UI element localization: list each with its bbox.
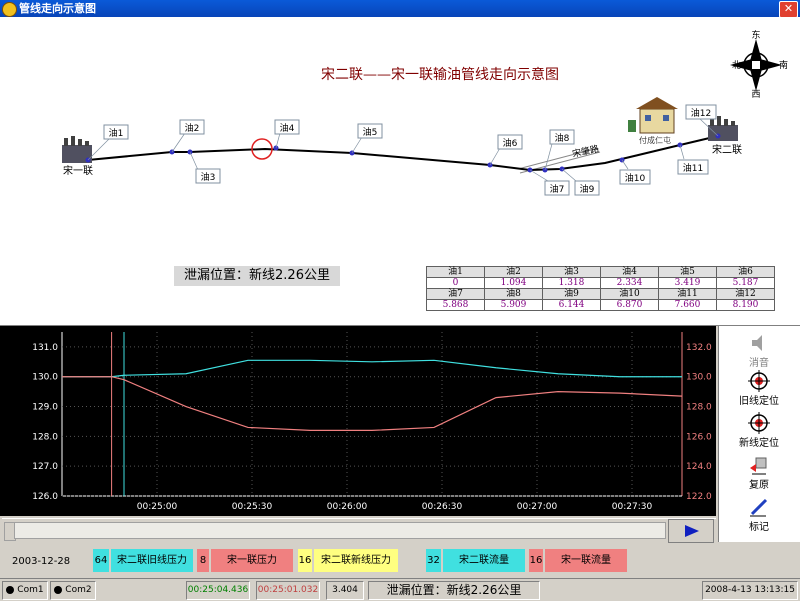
- y-right-tick-label: 124.0: [686, 462, 712, 472]
- com1-status: Com1: [2, 581, 48, 600]
- point-label-10: 油10: [625, 172, 646, 184]
- y-left-tick-label: 129.0: [32, 403, 58, 413]
- point-label-5: 油5: [363, 126, 378, 138]
- point-label-8: 油8: [555, 132, 570, 144]
- y-right-tick-label: 132.0: [686, 343, 712, 353]
- village-icon: [628, 97, 678, 134]
- arrow-right-icon: [685, 525, 699, 537]
- legend-bar: 2003-12-28 64 宋二联旧线压力 8 宋一联压力 16 宋二联新线压力…: [0, 544, 716, 576]
- compass-s: 西: [751, 89, 760, 100]
- speaker-icon: [752, 335, 762, 351]
- y-left-tick-label: 126.0: [32, 492, 58, 502]
- station-left-label: 宋一联: [63, 164, 93, 177]
- date-label: 2003-12-28: [12, 556, 71, 567]
- app-icon: [2, 2, 17, 17]
- point-label-4: 油4: [280, 122, 295, 134]
- x-tick-label: 00:25:30: [232, 502, 273, 512]
- time2-status: 00:25:01.032: [256, 581, 320, 600]
- time1-status: 00:25:04.436: [186, 581, 250, 600]
- x-tick-label: 00:25:00: [137, 502, 178, 512]
- window-title: 管线走向示意图: [19, 2, 96, 15]
- new-line-locate-button[interactable]: 新线定位: [719, 412, 799, 449]
- x-tick-label: 00:26:00: [327, 502, 368, 512]
- point-label-6: 油6: [503, 137, 518, 149]
- target-icon: [748, 370, 770, 392]
- y-right-tick-label: 128.0: [686, 403, 712, 413]
- y-left-tick-label: 131.0: [32, 343, 58, 353]
- x-tick-label: 00:27:30: [612, 502, 653, 512]
- point-label-2: 油2: [185, 122, 200, 134]
- com1-indicator-icon: [6, 585, 15, 594]
- x-tick-label: 00:26:30: [422, 502, 463, 512]
- mute-button[interactable]: 消音: [719, 332, 799, 369]
- leak-status: 泄漏位置：新线2.26公里: [368, 581, 540, 600]
- y-left-tick-label: 127.0: [32, 462, 58, 472]
- datetime-status: 2008-4-13 13:13:15: [702, 581, 798, 600]
- tool-sidebar: 消音 旧线定位 新线定位 复原 标记: [718, 326, 800, 542]
- point-label-9: 油9: [580, 183, 595, 195]
- x-tick-label: 00:27:00: [517, 502, 558, 512]
- oil-distance-table: 油1 油2 油3 油4 油5 油6 0 1.094 1.318 2.334 3.419 5.187 …: [426, 266, 775, 311]
- y-right-tick-label: 122.0: [686, 492, 712, 502]
- close-button[interactable]: ✕: [779, 1, 798, 18]
- station-right-label: 宋二联: [712, 143, 742, 156]
- point-label-7: 油7: [550, 183, 565, 195]
- compass-n: 东: [751, 29, 760, 41]
- com2-indicator-icon: [54, 585, 63, 594]
- leak-position-label: 泄漏位置：新线2.26公里: [174, 266, 340, 286]
- mark-button[interactable]: 标记: [719, 496, 799, 533]
- time-scrollbar[interactable]: [2, 518, 716, 543]
- factory-right-icon: [708, 116, 738, 141]
- y-left-tick-label: 128.0: [32, 432, 58, 442]
- y-right-tick-label: 130.0: [686, 373, 712, 383]
- series-line-0: [62, 359, 682, 378]
- series-line-1: [62, 376, 683, 432]
- pen-icon: [750, 498, 768, 517]
- reset-icon: [750, 457, 767, 475]
- old-line-locate-button[interactable]: 旧线定位: [719, 370, 799, 407]
- y-right-tick-label: 126.0: [686, 432, 712, 442]
- point-label-12: 油12: [691, 107, 711, 119]
- status-bar: Com1 Com2 00:25:04.436 00:25:01.032 3.40…: [0, 578, 800, 601]
- com2-status: Com2: [50, 581, 96, 600]
- road-label: 宋肇路: [571, 143, 600, 160]
- reset-button[interactable]: 复原: [719, 454, 799, 491]
- y-left-tick-label: 130.0: [32, 373, 58, 383]
- scroll-track[interactable]: [14, 522, 666, 539]
- value-status: 3.404: [326, 581, 364, 600]
- compass-e: 南: [779, 59, 788, 71]
- village-label: 付成仁屯: [639, 135, 671, 145]
- target-icon: [748, 412, 770, 434]
- map-title: 宋二联——宋一联输油管线走向示意图: [321, 66, 559, 83]
- pressure-chart[interactable]: 131.0 130.0 129.0 128.0 127.0 126.0 132.0 130.0…: [0, 326, 716, 516]
- point-label-3: 油3: [201, 171, 216, 183]
- chart-svg: 131.0 130.0 129.0 128.0 127.0 126.0 132.0 130.0…: [32, 332, 712, 512]
- compass-w: 北: [732, 60, 741, 71]
- pipeline-line: [87, 135, 719, 172]
- title-bar: 管线走向示意图 ✕: [0, 0, 800, 18]
- point-label-11: 油11: [683, 162, 703, 174]
- point-label-1: 油1: [109, 127, 124, 139]
- play-forward-button[interactable]: [668, 519, 714, 543]
